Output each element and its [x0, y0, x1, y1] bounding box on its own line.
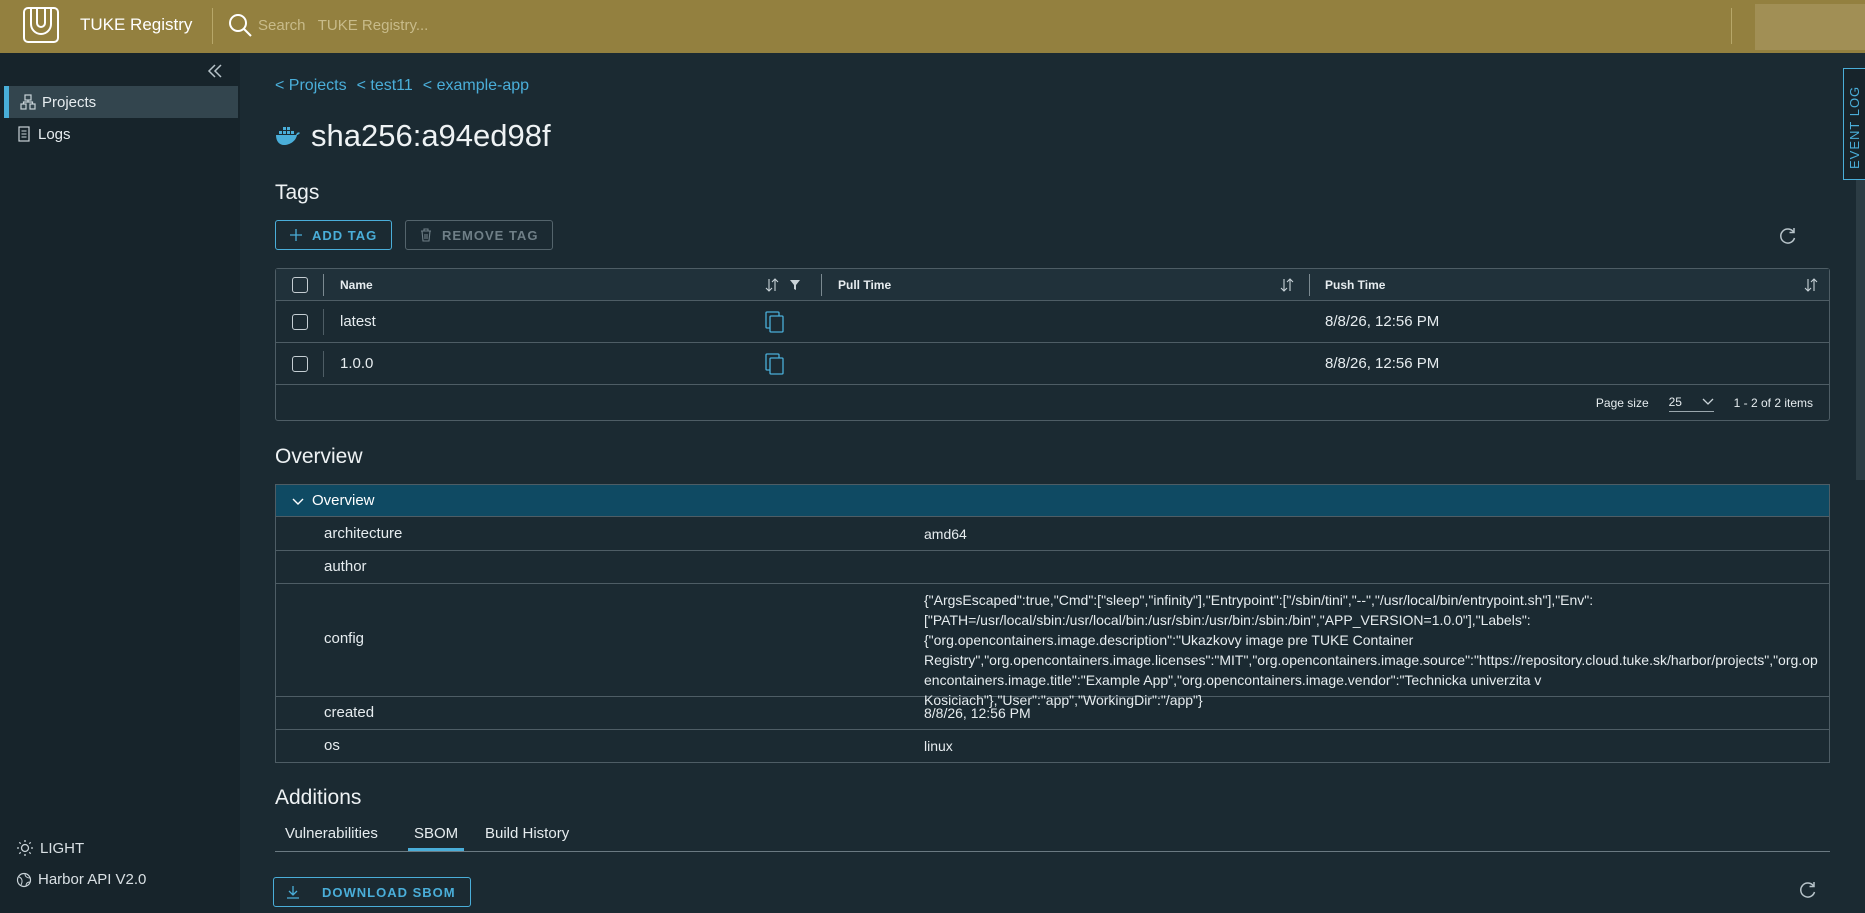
add-tag-button[interactable]: ADD TAG: [275, 220, 393, 250]
docker-icon: [276, 127, 300, 145]
breadcrumb-example-app[interactable]: < example-app: [423, 77, 529, 95]
theme-toggle[interactable]: LIGHT: [16, 839, 84, 857]
download-sbom-button[interactable]: DOWNLOAD SBOM: [273, 877, 471, 907]
column-name[interactable]: Name: [340, 269, 373, 300]
projects-icon: [20, 94, 36, 110]
chevron-down-icon: [292, 498, 304, 505]
app-title[interactable]: TUKE Registry: [80, 15, 192, 35]
tags-section-title: Tags: [275, 181, 320, 204]
remove-tag-button[interactable]: REMOVE TAG: [405, 220, 554, 250]
tag-name: latest: [340, 313, 376, 330]
sidebar: Projects Logs LIGHT Harbor API V2.0: [0, 53, 240, 913]
page-size-select[interactable]: 25: [1668, 395, 1714, 412]
overview-key: architecture: [324, 525, 403, 542]
overview-key: os: [324, 737, 340, 754]
sort-icon[interactable]: [765, 278, 779, 292]
breadcrumb: < Projects < test11 < example-app: [275, 77, 529, 95]
main-content: < Projects < test11 < example-app sha256…: [240, 53, 1865, 913]
api-link[interactable]: Harbor API V2.0: [16, 871, 146, 888]
plus-icon: [290, 229, 302, 241]
overview-panel-header[interactable]: Overview: [276, 485, 1829, 517]
table-footer: Page size 25 1 - 2 of 2 items: [276, 385, 1829, 421]
globe-icon: [16, 872, 32, 887]
logs-icon: [18, 126, 30, 142]
app-header: TUKE Registry: [0, 0, 1865, 53]
sidebar-item-label: Projects: [42, 93, 97, 111]
chevron-down-icon: [1702, 398, 1714, 405]
copy-icon[interactable]: [765, 311, 785, 333]
overview-row: os linux: [276, 730, 1829, 763]
overview-row: author: [276, 551, 1829, 584]
copy-icon[interactable]: [765, 353, 785, 375]
page-title-row: sha256:a94ed98f: [275, 118, 551, 154]
page-title: sha256:a94ed98f: [311, 118, 551, 153]
overview-value: amd64: [924, 526, 967, 542]
overview-value: linux: [924, 738, 953, 754]
table-header: Name Pull Time Push Time: [276, 269, 1829, 301]
search-icon: [229, 14, 252, 37]
event-log-label: EVENT LOG: [1847, 85, 1862, 169]
refresh-sbom-icon[interactable]: [1798, 880, 1818, 900]
additions-tabs: Vulnerabilities SBOM Build History: [275, 822, 1830, 852]
overview-panel: Overview architecture amd64 author confi…: [275, 484, 1830, 763]
overview-key: author: [324, 558, 367, 575]
theme-label: LIGHT: [40, 839, 85, 857]
sidebar-item-projects[interactable]: Projects: [4, 86, 238, 118]
table-row[interactable]: latest 8/8/26, 12:56 PM: [276, 301, 1829, 343]
overview-row: created 8/8/26, 12:56 PM: [276, 697, 1829, 730]
download-sbom-label: DOWNLOAD SBOM: [322, 884, 456, 900]
page-size-label: Page size: [1595, 396, 1649, 410]
sort-icon[interactable]: [1804, 278, 1818, 292]
tab-sbom[interactable]: SBOM: [408, 825, 465, 851]
filter-icon[interactable]: [789, 279, 801, 291]
search-input[interactable]: [258, 12, 858, 38]
header-divider-right: [1731, 8, 1732, 44]
header-divider: [212, 8, 213, 44]
overview-value: {"ArgsEscaped":true,"Cmd":["sleep","infi…: [924, 592, 1818, 708]
additions-section-title: Additions: [275, 786, 362, 809]
collapse-sidebar-icon[interactable]: [206, 62, 224, 80]
select-all-checkbox[interactable]: [292, 276, 308, 293]
overview-row: architecture amd64: [276, 518, 1829, 551]
overview-panel-label: Overview: [312, 492, 375, 509]
tags-table: Name Pull Time Push Time latest 8/8/26, …: [275, 268, 1830, 421]
push-time: 8/8/26, 12:56 PM: [1325, 313, 1440, 330]
sidebar-item-label: Logs: [38, 125, 71, 143]
breadcrumb-projects[interactable]: < Projects: [275, 77, 347, 95]
push-time: 8/8/26, 12:56 PM: [1325, 355, 1440, 372]
overview-section-title: Overview: [275, 445, 363, 468]
breadcrumb-test11[interactable]: < test11: [357, 77, 413, 95]
overview-row: config {"ArgsEscaped":true,"Cmd":["sleep…: [276, 584, 1829, 708]
tab-build-history[interactable]: Build History: [485, 825, 569, 848]
overview-key: config: [324, 630, 365, 647]
overview-key: created: [324, 704, 375, 721]
sun-icon: [17, 840, 33, 856]
row-checkbox[interactable]: [292, 355, 308, 372]
column-pull-time[interactable]: Pull Time: [838, 269, 891, 300]
table-row[interactable]: 1.0.0 8/8/26, 12:56 PM: [276, 343, 1829, 385]
refresh-tags-icon[interactable]: [1778, 226, 1798, 246]
event-log-toggle[interactable]: EVENT LOG: [1843, 68, 1865, 180]
user-menu[interactable]: [1755, 4, 1865, 50]
sidebar-item-logs[interactable]: Logs: [4, 118, 238, 150]
trash-icon: [421, 228, 431, 242]
pagination-info: 1 - 2 of 2 items: [1733, 396, 1813, 410]
tuke-logo-icon[interactable]: [22, 6, 60, 44]
tag-name: 1.0.0: [340, 355, 374, 372]
remove-tag-label: REMOVE TAG: [442, 227, 539, 243]
download-icon: [287, 886, 299, 899]
overview-value: 8/8/26, 12:56 PM: [924, 705, 1031, 721]
row-checkbox[interactable]: [292, 313, 308, 330]
scrollbar[interactable]: [1856, 180, 1865, 480]
sort-icon[interactable]: [1280, 278, 1294, 292]
api-label: Harbor API V2.0: [38, 871, 147, 888]
add-tag-label: ADD TAG: [312, 227, 378, 243]
tab-vulnerabilities[interactable]: Vulnerabilities: [285, 825, 378, 848]
column-push-time[interactable]: Push Time: [1325, 269, 1385, 300]
